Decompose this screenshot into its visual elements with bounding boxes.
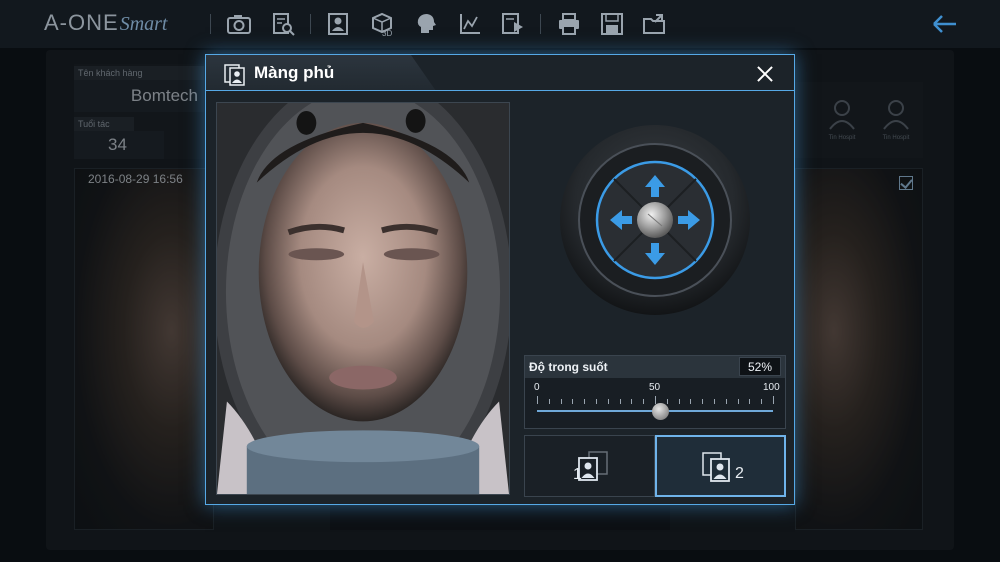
face-photo-preview[interactable] — [216, 102, 510, 495]
app-window: A-ONE Smart 3D Tên khách hàng Bomtech Tu… — [0, 0, 1000, 562]
toolbar-divider — [540, 14, 541, 34]
dialog-title: Màng phủ — [254, 63, 335, 82]
toolbar-divider — [210, 14, 211, 34]
portrait-icon[interactable] — [325, 11, 351, 37]
top-toolbar: A-ONE Smart 3D — [0, 0, 1000, 48]
media-export-icon[interactable] — [500, 11, 526, 37]
slider-tick — [725, 399, 727, 404]
slider-tick — [690, 399, 692, 404]
face-photo-image — [217, 103, 509, 494]
slider-tick — [666, 399, 668, 404]
slider-tick — [537, 396, 538, 404]
overlay-portrait-icon — [224, 64, 246, 86]
slider-tick — [631, 399, 633, 404]
transparency-label: Độ trong suốt — [529, 360, 608, 374]
overlay-mode-2-button[interactable]: 2 — [655, 435, 786, 497]
scale-min-label: 0 — [534, 382, 540, 393]
overlay-mode-1-button[interactable]: 1 — [524, 435, 655, 497]
joystick-graphic — [560, 125, 750, 315]
overlay-dialog: Màng phủ Độ trong suốt 52% 0 50 100 1 2 — [205, 54, 795, 505]
slider-tick — [714, 399, 715, 404]
svg-text:3D: 3D — [382, 29, 392, 37]
slider-tick — [749, 399, 751, 404]
slider-tick — [596, 399, 597, 404]
slider-tick — [761, 399, 763, 404]
face-profile-icon[interactable] — [413, 11, 439, 37]
camera-icon[interactable] — [226, 11, 252, 37]
slider-tick — [702, 399, 704, 404]
chart-icon[interactable] — [457, 11, 483, 37]
transparency-slider-thumb[interactable] — [651, 403, 669, 420]
position-joystick[interactable] — [558, 123, 752, 317]
slider-tick — [655, 396, 656, 404]
toolbar-divider — [310, 14, 311, 34]
printer-icon[interactable] — [556, 11, 582, 37]
slider-tick — [548, 399, 550, 404]
slider-tick — [643, 399, 645, 404]
brand-script-text: Smart — [119, 13, 168, 35]
transparency-value[interactable]: 52% — [739, 357, 781, 376]
save-icon[interactable] — [599, 11, 625, 37]
mode-2-number: 2 — [735, 465, 744, 482]
report-search-icon[interactable] — [270, 11, 296, 37]
slider-tick — [737, 399, 739, 404]
slider-tick — [607, 399, 609, 404]
3d-cube-icon[interactable]: 3D — [369, 11, 395, 38]
transparency-panel: Độ trong suốt 52% 0 50 100 — [524, 355, 786, 429]
slider-tick — [560, 399, 562, 404]
brand-main-text: A-ONE — [44, 10, 119, 35]
mode-1-number: 1 — [573, 466, 582, 483]
slider-tick — [678, 399, 680, 404]
open-folder-icon[interactable] — [642, 11, 668, 37]
close-icon[interactable] — [756, 65, 774, 83]
slider-tick — [773, 396, 774, 404]
brand-logo: A-ONE Smart — [44, 10, 167, 36]
arrow-left-icon[interactable] — [930, 11, 960, 37]
slider-tick — [572, 399, 574, 404]
slider-tick — [619, 399, 621, 404]
slider-tick — [584, 399, 586, 404]
dialog-title-underline — [431, 90, 795, 91]
scale-mid-label: 50 — [649, 382, 661, 393]
scale-max-label: 100 — [763, 382, 780, 393]
